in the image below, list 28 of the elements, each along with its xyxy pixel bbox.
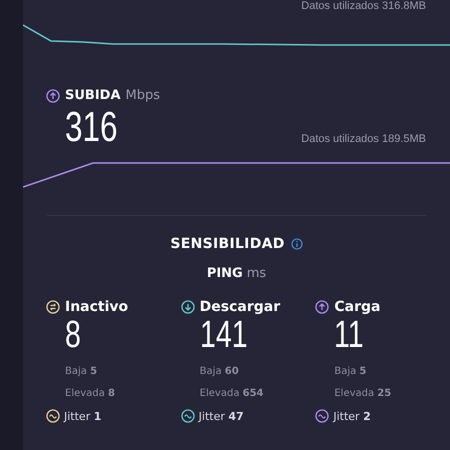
low-ping-text: Baja 60 — [200, 366, 240, 377]
section-title: SENSIBILIDAD — [170, 236, 285, 252]
data-used-text: Datos utilizados 189.5MB — [301, 133, 426, 145]
ping-category-label: Inactivo — [65, 299, 128, 315]
upload-speed-value: 316 — [65, 103, 118, 151]
upload-unit: Mbps — [126, 88, 160, 103]
jitter-text: Jitter 47 — [198, 410, 244, 422]
ping-category-label: Descargar — [200, 299, 280, 315]
high-ping-text: Elevada 25 — [334, 388, 392, 399]
low-ping-text: Baja 5 — [65, 366, 98, 377]
jitter-text: Jitter 1 — [64, 410, 102, 422]
data-used-text: Datos utilizados 316.8MB — [301, 0, 426, 12]
wave-icon — [315, 409, 330, 423]
ping-unit: ms — [246, 266, 266, 281]
ping-label: PING — [206, 266, 243, 281]
ping-value: 141 — [200, 315, 248, 355]
ping-value: 11 — [334, 315, 364, 355]
wave-icon — [180, 409, 195, 423]
wave-icon — [46, 409, 60, 423]
ping-value: 8 — [65, 315, 81, 355]
upload-icon — [46, 88, 60, 102]
ping-category-label: Carga — [334, 299, 380, 315]
info-icon[interactable] — [290, 238, 303, 250]
upload-title: SUBIDA — [65, 88, 121, 103]
high-ping-text: Elevada 8 — [65, 388, 116, 399]
low-ping-text: Baja 5 — [334, 366, 368, 377]
jitter-text: Jitter 2 — [333, 410, 371, 422]
high-ping-text: Elevada 654 — [200, 388, 264, 399]
